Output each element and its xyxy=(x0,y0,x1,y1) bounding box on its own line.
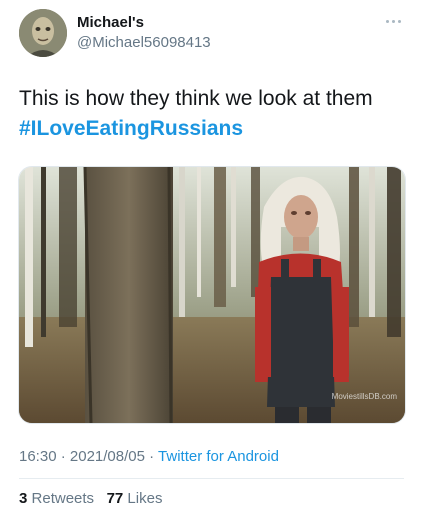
retweets-label: Retweets xyxy=(31,490,95,507)
tweet-source-link[interactable]: Twitter for Android xyxy=(158,448,279,465)
hashtag-link[interactable]: #ILoveEatingRussians xyxy=(19,114,409,144)
tweet-text: This is how they think we look at them #… xyxy=(19,84,409,144)
tweet-date[interactable]: 2021/08/05 xyxy=(70,448,145,465)
divider xyxy=(19,478,404,479)
dot xyxy=(385,19,389,23)
more-horizontal-icon[interactable] xyxy=(383,14,403,28)
forest-photo: MoviestillsDB.com xyxy=(19,167,405,423)
display-name[interactable]: Michael's xyxy=(77,14,144,31)
dot xyxy=(397,19,401,23)
tweet-stats: 3 Retweets 77 Likes xyxy=(19,490,162,507)
tweet-time[interactable]: 16:30 xyxy=(19,448,57,465)
avatar[interactable] xyxy=(19,9,67,57)
likes-count: 77 xyxy=(106,490,124,507)
tweet-meta: 16:30 · 2021/08/05 · Twitter for Android xyxy=(19,448,279,465)
user-handle[interactable]: @Michael56098413 xyxy=(77,34,211,51)
likes-stat[interactable]: 77 Likes xyxy=(107,490,163,507)
separator: · xyxy=(56,448,70,465)
tweet-media-photo[interactable]: MoviestillsDB.com xyxy=(18,166,406,424)
avatar-image xyxy=(19,9,67,57)
dot xyxy=(391,19,395,23)
retweets-stat[interactable]: 3 Retweets xyxy=(19,490,94,507)
separator: · xyxy=(144,448,159,465)
retweets-count: 3 xyxy=(19,490,28,507)
watermark: MoviestillsDB.com xyxy=(332,392,398,401)
likes-label: Likes xyxy=(127,490,163,507)
tweet-body: This is how they think we look at them xyxy=(19,87,373,110)
